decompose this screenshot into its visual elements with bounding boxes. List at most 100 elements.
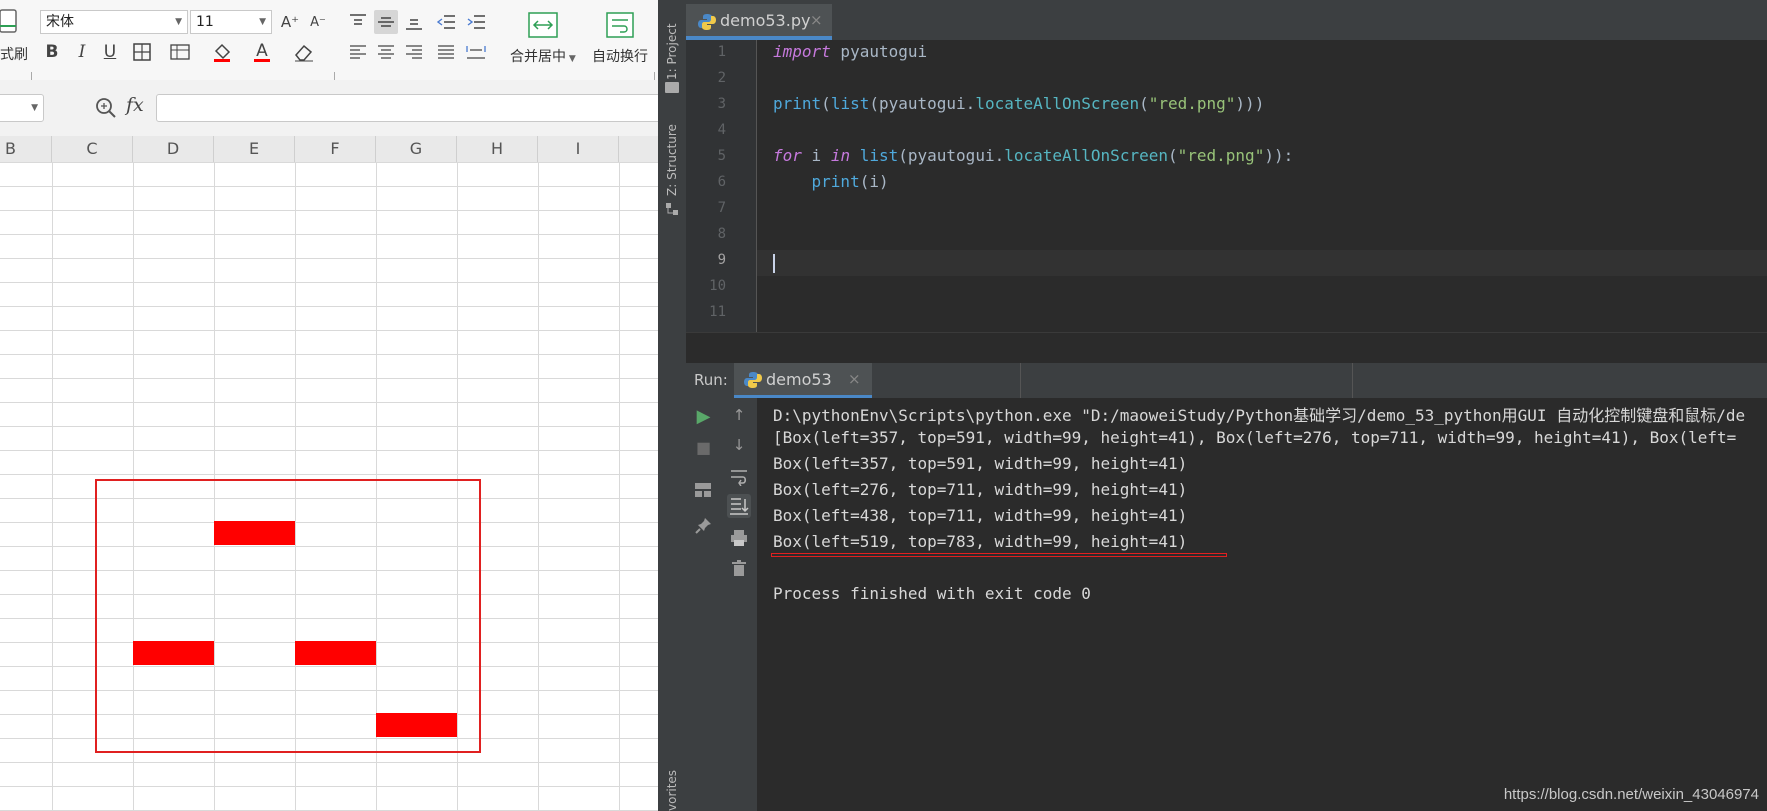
line-number: 4 <box>717 122 726 138</box>
python-file-icon <box>698 13 716 31</box>
down-arrow-icon[interactable]: ↓ <box>721 436 757 454</box>
console-line: Box(left=438, top=711, width=99, height=… <box>773 506 1188 525</box>
layout-icon[interactable] <box>695 482 711 497</box>
formula-bar: ▼ fx <box>0 80 658 136</box>
run-panel-header: Run: demo53 × <box>686 362 1767 399</box>
cell-style-button[interactable] <box>168 40 192 64</box>
insert-function-button[interactable]: fx <box>126 94 144 116</box>
wrap-text-button[interactable]: 自动换行 <box>592 46 648 66</box>
fill-bucket-icon <box>214 43 231 62</box>
print-icon[interactable] <box>731 530 747 546</box>
tool-window-strip: 1: Project Z: Structure vorites <box>658 0 687 811</box>
run-console[interactable]: D:\pythonEnv\Scripts\python.exe "D:/maow… <box>757 398 1767 811</box>
divider <box>1352 363 1353 399</box>
align-top-icon <box>350 14 366 25</box>
console-line: Box(left=357, top=591, width=99, height=… <box>773 454 1188 473</box>
name-box[interactable]: ▼ <box>0 94 44 122</box>
console-line: Box(left=519, top=783, width=99, height=… <box>773 532 1188 551</box>
up-arrow-icon[interactable]: ↑ <box>721 406 757 424</box>
console-line: Box(left=276, top=711, width=99, height=… <box>773 480 1188 499</box>
wrap-text-icon[interactable] <box>604 10 636 40</box>
align-middle-button[interactable] <box>374 10 398 34</box>
code-line-5: for i in list(pyautogui.locateAllOnScree… <box>773 146 1294 165</box>
line-number: 5 <box>717 148 726 164</box>
column-header-f[interactable]: F <box>295 136 376 162</box>
bold-button[interactable]: B <box>40 40 64 64</box>
align-left-button[interactable] <box>346 40 370 64</box>
zoom-search-icon[interactable] <box>94 96 118 120</box>
line-number: 10 <box>709 278 726 294</box>
increase-font-size-button[interactable]: A⁺ <box>278 10 302 34</box>
column-header-i[interactable]: I <box>538 136 619 162</box>
editor-tab-bar: demo53.py × <box>686 0 1767 41</box>
borders-icon <box>133 43 151 61</box>
align-top-button[interactable] <box>346 10 370 34</box>
italic-icon: I <box>78 42 86 62</box>
justify-icon <box>438 45 454 59</box>
console-line: D:\pythonEnv\Scripts\python.exe "D:/maow… <box>773 406 1746 425</box>
run-tab-name: demo53 <box>766 370 832 389</box>
clear-format-button[interactable] <box>292 40 316 64</box>
column-header-e[interactable]: E <box>214 136 295 162</box>
cell-style-icon <box>170 44 190 60</box>
font-color-icon: A <box>256 40 268 61</box>
fill-color-button[interactable] <box>210 40 234 64</box>
column-header-c[interactable]: C <box>52 136 133 162</box>
align-left-icon <box>350 45 366 59</box>
console-exit-line: Process finished with exit code 0 <box>773 584 1091 603</box>
run-tab-demo53[interactable]: demo53 × <box>734 363 872 399</box>
favorites-tool-tab[interactable]: vorites <box>665 770 679 811</box>
borders-button[interactable] <box>130 40 154 64</box>
divider <box>1020 363 1021 399</box>
watermark: https://blog.csdn.net/weixin_43046974 <box>1503 786 1759 803</box>
red-fill-block <box>376 713 457 737</box>
structure-tool-tab[interactable]: Z: Structure <box>665 124 679 196</box>
format-painter-label[interactable]: 式刷 <box>0 44 28 64</box>
merge-center-button[interactable]: 合并居中 ▼ <box>510 46 576 66</box>
line-number: 6 <box>717 174 726 190</box>
column-header-g[interactable]: G <box>376 136 457 162</box>
project-tool-tab[interactable]: 1: Project <box>665 23 679 80</box>
code-editor[interactable]: import pyautogui print(list(pyautogui.lo… <box>757 40 1767 332</box>
line-number: 7 <box>717 200 726 216</box>
decrease-indent-button[interactable] <box>434 10 458 34</box>
underline-button[interactable]: U <box>98 40 122 64</box>
justify-button[interactable] <box>434 40 458 64</box>
pin-icon[interactable] <box>695 516 713 534</box>
font-name-select[interactable]: 宋体 ▼ <box>40 10 188 34</box>
italic-button[interactable]: I <box>70 40 94 64</box>
formula-input[interactable] <box>156 94 658 122</box>
scroll-to-end-icon <box>730 498 749 515</box>
editor-tab-demo53[interactable]: demo53.py × <box>686 4 832 40</box>
close-icon[interactable]: × <box>810 11 823 29</box>
distributed-align-button[interactable] <box>464 40 488 64</box>
soft-wrap-icon[interactable] <box>730 468 748 487</box>
bold-icon: B <box>45 42 59 62</box>
column-header-h[interactable]: H <box>457 136 538 162</box>
chevron-down-icon: ▼ <box>566 54 576 64</box>
chevron-down-icon: ▼ <box>259 17 266 27</box>
scroll-to-end-button[interactable] <box>727 494 751 518</box>
trash-icon[interactable] <box>732 560 746 576</box>
format-painter-icon[interactable] <box>0 8 20 36</box>
python-run-icon <box>744 371 762 389</box>
decrease-font-size-button[interactable]: A⁻ <box>306 10 330 34</box>
align-right-button[interactable] <box>402 40 426 64</box>
panel-splitter[interactable] <box>686 332 1767 363</box>
align-bottom-button[interactable] <box>402 10 426 34</box>
rerun-icon[interactable]: ▶ <box>686 406 721 427</box>
run-tool-column-2: ↑ ↓ <box>721 398 758 811</box>
column-header-b[interactable]: B <box>0 136 52 162</box>
align-center-button[interactable] <box>374 40 398 64</box>
close-icon[interactable]: × <box>848 370 861 388</box>
structure-icon <box>666 200 678 215</box>
increase-font-icon: A⁺ <box>280 13 300 31</box>
increase-indent-button[interactable] <box>464 10 488 34</box>
merge-center-icon[interactable] <box>526 10 560 40</box>
column-header-d[interactable]: D <box>133 136 214 162</box>
cell-grid[interactable] <box>0 162 658 811</box>
stop-icon[interactable]: ■ <box>686 438 721 457</box>
font-size-select[interactable]: 11 ▼ <box>190 10 272 34</box>
merge-center-label: 合并居中 <box>510 49 566 65</box>
font-color-button[interactable]: A <box>250 40 274 64</box>
